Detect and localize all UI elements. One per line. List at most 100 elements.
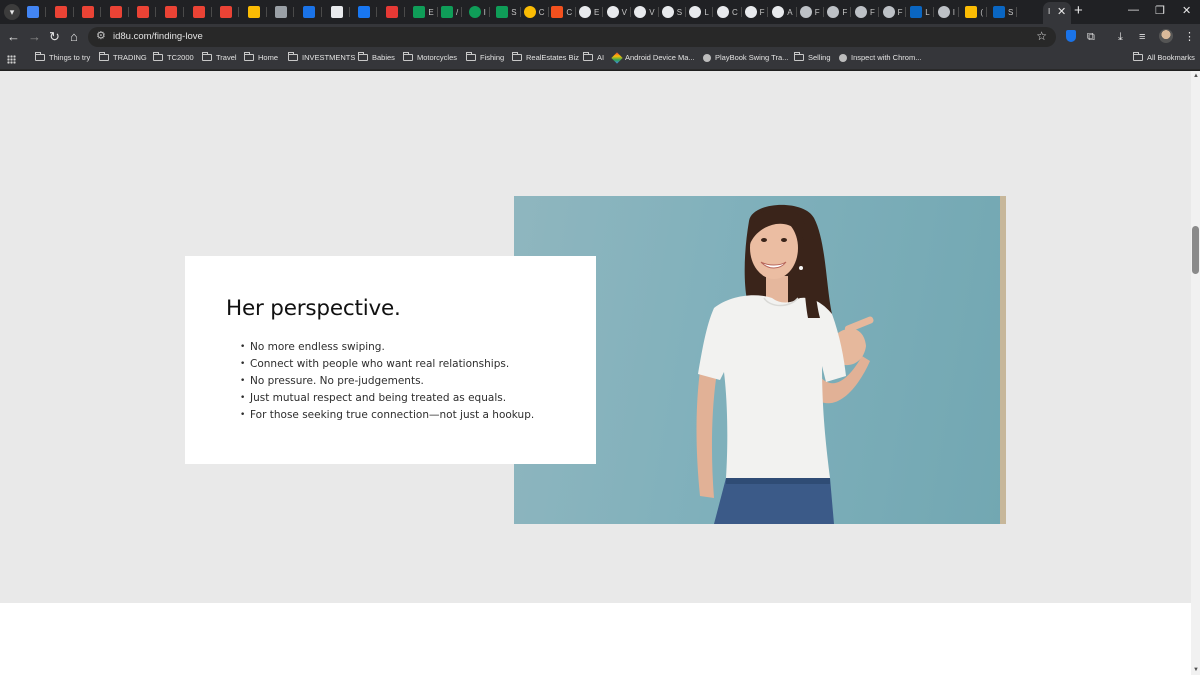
browser-tab[interactable]: F: [855, 3, 879, 21]
bookmark-item[interactable]: Babies: [358, 52, 395, 62]
bookmark-item[interactable]: Motorcycles: [403, 52, 457, 62]
shield-extension-icon[interactable]: [1066, 30, 1076, 46]
bookmark-item[interactable]: TRADING: [99, 52, 147, 62]
bookmark-item[interactable]: PlayBook Swing Tra...: [703, 53, 788, 62]
bookmark-item[interactable]: INVESTMENTS: [288, 52, 355, 62]
home-button[interactable]: ⌂: [70, 29, 78, 45]
browser-tab[interactable]: C: [523, 3, 549, 21]
profile-avatar[interactable]: [1159, 29, 1173, 43]
browser-tab[interactable]: V: [606, 3, 631, 21]
tab-title: L: [704, 7, 709, 17]
page-scrollbar[interactable]: ▲ ▼: [1191, 71, 1200, 675]
tab-separator: [436, 7, 438, 17]
browser-tab[interactable]: [358, 3, 378, 21]
list-item: No pressure. No pre-judgements.: [240, 373, 534, 390]
bookmark-item[interactable]: AI: [583, 52, 604, 62]
bookmark-item[interactable]: Selling: [794, 52, 831, 62]
bookmark-item[interactable]: Travel: [202, 52, 237, 62]
tab-title: E: [428, 7, 434, 17]
browser-tab[interactable]: [165, 3, 184, 21]
minimize-button[interactable]: —: [1128, 4, 1139, 16]
browser-tab[interactable]: [137, 3, 157, 21]
scroll-up-icon[interactable]: ▲: [1193, 73, 1199, 79]
tab-separator: [767, 7, 769, 17]
tab-separator: [1016, 7, 1018, 17]
browser-tab[interactable]: I: [937, 3, 960, 21]
forward-button[interactable]: →: [28, 29, 41, 45]
android-icon: [611, 51, 623, 64]
bookmark-star-icon[interactable]: ☆: [1036, 29, 1047, 43]
browser-tab[interactable]: C: [551, 3, 577, 21]
sheets-plus-icon: [496, 6, 509, 18]
browser-menu-icon[interactable]: ⋮: [1184, 30, 1195, 44]
back-button[interactable]: ←: [7, 29, 20, 45]
browser-tab[interactable]: F: [799, 3, 824, 21]
gmail-icon: [137, 6, 150, 18]
extensions-icon[interactable]: ⧉: [1087, 30, 1095, 44]
url-text[interactable]: id8u.com/finding-love: [113, 31, 203, 42]
bookmark-item[interactable]: Fishing: [466, 52, 504, 62]
scroll-down-icon[interactable]: ▼: [1193, 667, 1199, 673]
bookmark-label: TC2000: [167, 53, 194, 62]
bookmark-item[interactable]: Home: [244, 52, 278, 62]
coin-icon: [523, 6, 536, 18]
browser-tab[interactable]: [247, 3, 267, 21]
browser-tab[interactable]: [27, 3, 46, 21]
browser-tab[interactable]: I: [468, 3, 490, 21]
scrollbar-thumb[interactable]: [1192, 226, 1199, 274]
restore-button[interactable]: ❐: [1155, 4, 1165, 17]
browser-tab[interactable]: F: [827, 3, 852, 21]
site-info-icon[interactable]: ⚙: [96, 29, 106, 42]
browser-tab[interactable]: F: [744, 3, 769, 21]
browser-tab[interactable]: /: [441, 3, 463, 21]
close-window-button[interactable]: ✕: [1182, 4, 1191, 17]
tab-title: S: [676, 7, 683, 17]
bookmark-item[interactable]: Inspect with Chrom...: [839, 53, 921, 62]
browser-tab[interactable]: [220, 3, 240, 21]
browser-tab[interactable]: E: [579, 3, 604, 21]
new-tab-button[interactable]: +: [1074, 3, 1083, 19]
browser-tab[interactable]: (: [965, 3, 988, 21]
browser-tab[interactable]: L: [689, 3, 713, 21]
all-bookmarks-button[interactable]: All Bookmarks: [1133, 52, 1195, 62]
browser-tab[interactable]: [330, 3, 350, 21]
bookmark-item[interactable]: TC2000: [153, 52, 194, 62]
tab-separator: [127, 7, 129, 17]
tab-separator: [877, 7, 879, 17]
apps-grid-icon[interactable]: [7, 55, 16, 64]
perspective-list: No more endless swiping. Connect with pe…: [240, 339, 534, 424]
reload-button[interactable]: ↻: [49, 29, 60, 45]
browser-tab[interactable]: A: [772, 3, 797, 21]
browser-tab[interactable]: F: [882, 3, 907, 21]
bookmark-item[interactable]: Android Device Ma...: [611, 51, 695, 64]
browser-tab[interactable]: [109, 3, 129, 21]
browser-tab[interactable]: E: [413, 3, 438, 21]
bookmark-item[interactable]: Things to try: [35, 52, 90, 62]
download-icon[interactable]: ⤓: [1118, 30, 1123, 44]
browser-tab[interactable]: S: [993, 3, 1018, 21]
tab-separator: [575, 7, 577, 17]
browser-tab[interactable]: [385, 3, 405, 21]
close-tab-icon[interactable]: ✕: [1057, 5, 1066, 18]
tab-separator: [461, 7, 463, 17]
browser-tab[interactable]: [275, 3, 295, 21]
list-item: Just mutual respect and being treated as…: [240, 390, 534, 407]
tab-search-icon[interactable]: ▾: [4, 4, 20, 20]
browser-tab[interactable]: [82, 3, 102, 21]
browser-tab[interactable]: [303, 3, 322, 21]
browser-tab[interactable]: V: [634, 3, 659, 21]
browser-tab[interactable]: S: [496, 3, 521, 21]
browser-tab[interactable]: [54, 3, 74, 21]
bookmark-item[interactable]: RealEstates Biz: [512, 52, 579, 62]
active-tab[interactable]: I ✕: [1043, 2, 1071, 24]
browser-tab[interactable]: [192, 3, 212, 21]
browser-tab[interactable]: S: [661, 3, 687, 21]
browser-tab[interactable]: L: [910, 3, 934, 21]
reading-list-icon[interactable]: ≡: [1139, 30, 1145, 44]
tab-title: F: [870, 7, 875, 17]
tab-title: C: [566, 7, 573, 17]
browser-tab[interactable]: C: [717, 3, 742, 21]
tab-separator: [321, 7, 322, 17]
tab-title: I: [483, 7, 486, 17]
address-bar[interactable]: ⚙ id8u.com/finding-love ☆: [88, 27, 1056, 47]
